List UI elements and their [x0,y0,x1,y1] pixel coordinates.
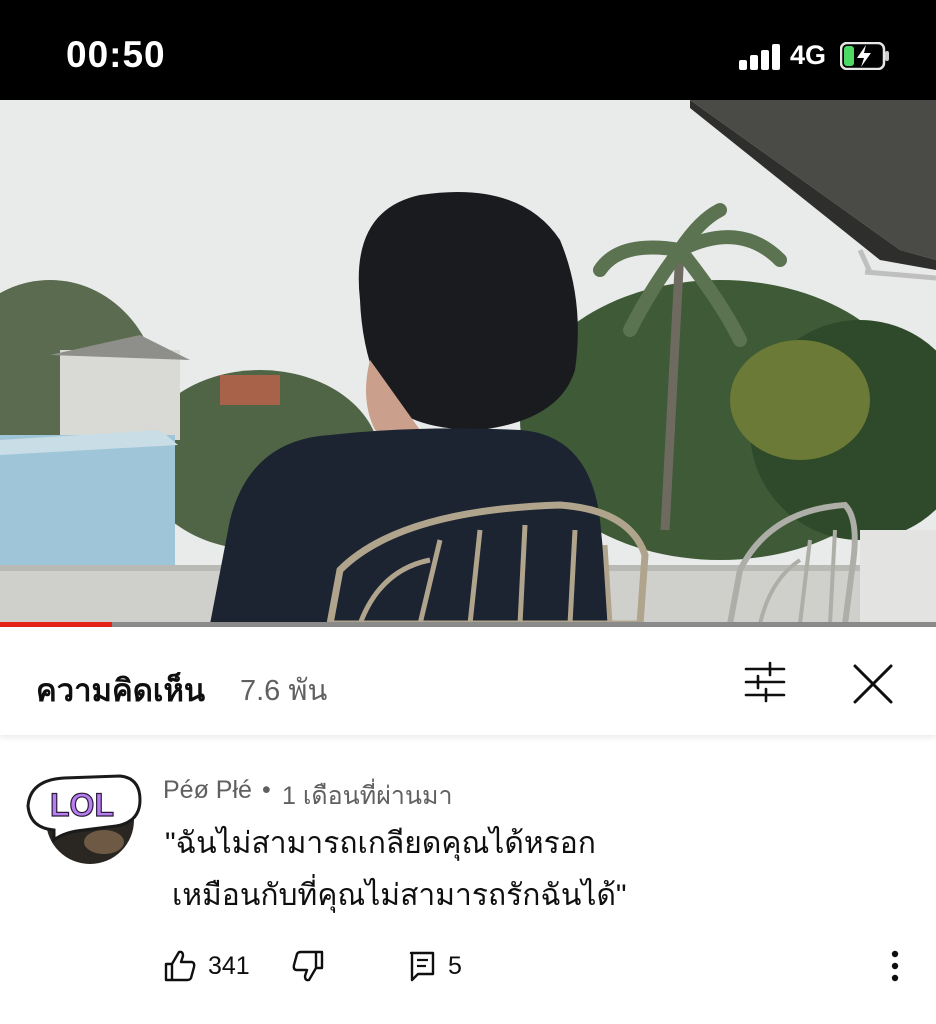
thumbs-up-icon[interactable] [162,948,198,984]
comment-text-line-2: เหมือนกับที่คุณไม่สามารถรักฉันได้" [172,879,627,912]
avatar-text: LOL [50,787,114,823]
close-icon[interactable] [848,659,898,709]
status-bar: 00:50 4G [0,0,936,100]
more-vertical-icon[interactable] [880,948,910,984]
filter-icon[interactable] [740,657,790,707]
avatar[interactable]: LOL [24,770,144,864]
comments-count: 7.6 พัน [240,675,328,707]
like-count: 341 [208,952,250,980]
battery-charging-icon [840,42,889,70]
signal-icon [739,44,783,70]
status-time: 00:50 [66,34,166,75]
comments-header: ความคิดเห็น 7.6 พัน [0,627,936,735]
comment-text-line-1: "ฉันไม่สามารถเกลียดคุณได้หรอก [165,827,596,860]
video-player[interactable] [0,100,936,624]
thumbs-down-icon[interactable] [290,948,326,984]
comment-time: 1 เดือนที่ผ่านมา [282,782,453,810]
network-type: 4G [790,40,827,70]
reply-icon[interactable] [408,950,436,982]
video-frame [0,100,936,624]
meta-separator: • [262,776,271,804]
comment-author[interactable]: Péø Płé [163,776,252,805]
comments-title: ความคิดเห็น [36,673,206,708]
reply-count[interactable]: 5 [448,952,462,981]
